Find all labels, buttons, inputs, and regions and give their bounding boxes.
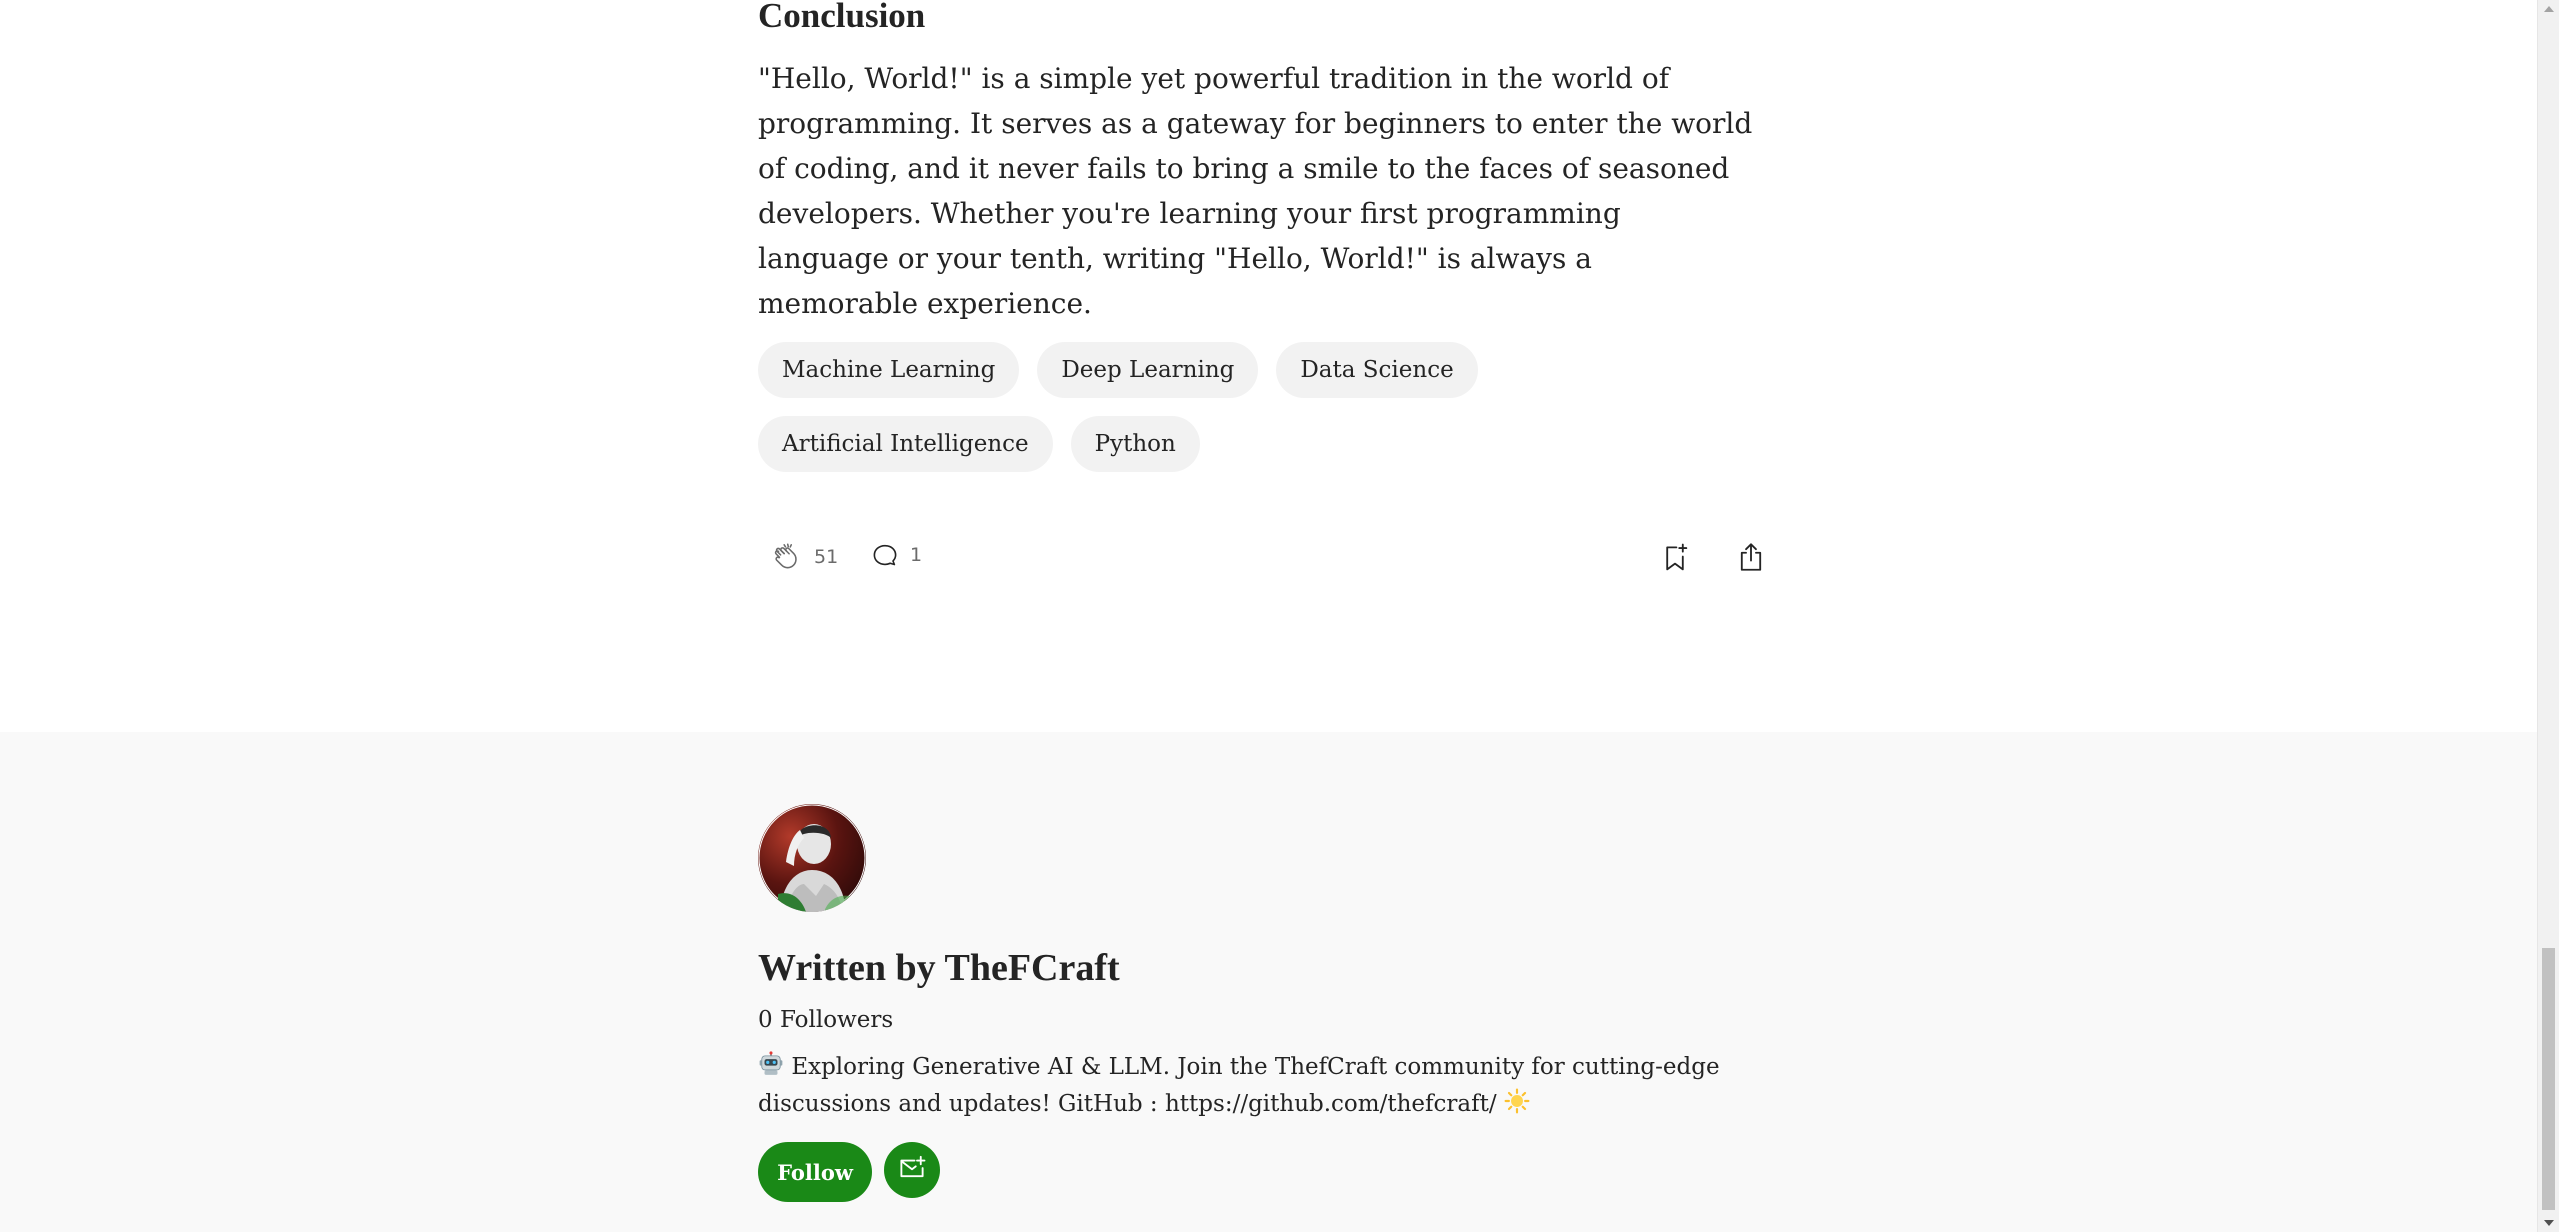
scroll-up-arrow-icon[interactable] [2544, 6, 2554, 12]
author-section: Written by TheFCraft 0 Followers Explori… [0, 732, 2537, 1232]
author-bio: Exploring Generative AI & LLM. Join the … [758, 1050, 1778, 1124]
page-scrollbar[interactable] [2537, 0, 2559, 1232]
author-name-heading[interactable]: Written by TheFCraft [758, 944, 1120, 992]
conclusion-paragraph: "Hello, World!" is a simple yet powerful… [758, 62, 1753, 320]
scroll-down-arrow-icon[interactable] [2544, 1220, 2554, 1226]
tag-list: Machine Learning Deep Learning Data Scie… [758, 342, 1770, 472]
response-count: 1 [910, 544, 923, 566]
email-subscribe-button[interactable] [884, 1142, 940, 1198]
share-icon [1734, 538, 1768, 576]
comment-icon [870, 540, 900, 570]
follow-button[interactable]: Follow [758, 1142, 872, 1202]
tag-machine-learning[interactable]: Machine Learning [758, 342, 1020, 398]
sun-emoji-icon [1504, 1088, 1530, 1124]
section-heading: Conclusion [758, 0, 926, 35]
clap-icon [770, 540, 804, 574]
article-body: Conclusion "Hello, World!" is a simple y… [0, 0, 2537, 732]
tag-deep-learning[interactable]: Deep Learning [1037, 342, 1259, 398]
bookmark-add-icon [1658, 540, 1692, 576]
share-button[interactable] [1734, 538, 1768, 576]
clap-button[interactable]: 51 [770, 540, 838, 574]
tag-artificial-intelligence[interactable]: Artificial Intelligence [758, 416, 1053, 472]
save-bookmark-button[interactable] [1658, 540, 1692, 576]
responses-button[interactable]: 1 [870, 540, 922, 570]
author-bio-text: Exploring Generative AI & LLM. Join the … [758, 1054, 1720, 1117]
author-avatar[interactable] [758, 804, 866, 912]
scrollbar-thumb[interactable] [2542, 948, 2555, 1210]
robot-emoji-icon [758, 1051, 784, 1087]
mail-plus-icon [897, 1153, 927, 1187]
article-actions-bar: 51 1 [758, 534, 1770, 582]
tag-python[interactable]: Python [1070, 416, 1200, 472]
clap-count: 51 [814, 546, 839, 568]
tag-data-science[interactable]: Data Science [1276, 342, 1478, 398]
followers-count[interactable]: 0 Followers [758, 1004, 893, 1036]
